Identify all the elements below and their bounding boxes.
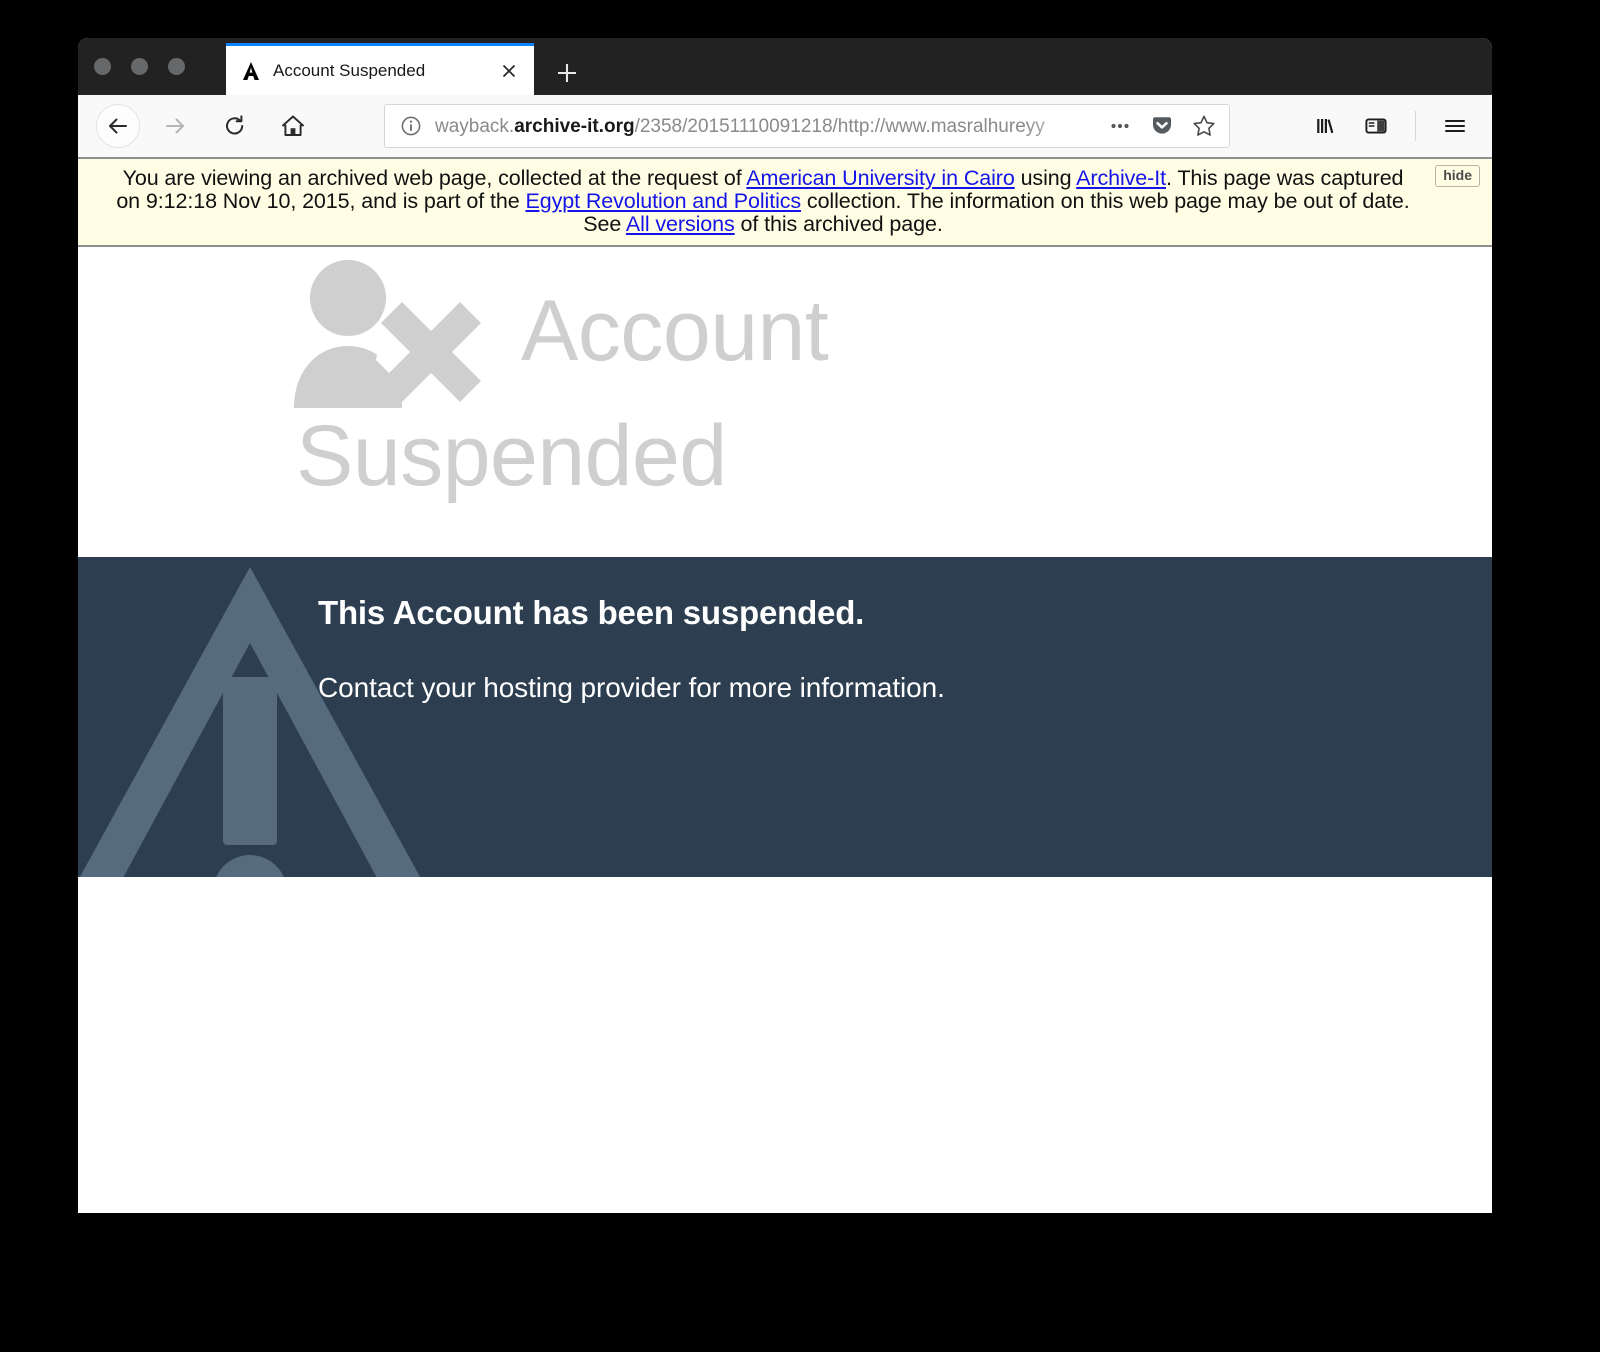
banner-segment-1: You are viewing an archived web page, co… (122, 166, 747, 190)
back-button[interactable] (96, 104, 140, 148)
hero-text-suspended: Suspended (296, 408, 727, 504)
link-american-university-in-cairo[interactable]: American University in Cairo (746, 166, 1015, 190)
url-prefix: wayback. (435, 116, 515, 136)
window-controls (94, 58, 185, 75)
toolbar-right-group (1305, 105, 1478, 147)
info-circle-icon[interactable] (399, 115, 423, 137)
hide-banner-button[interactable]: hide (1435, 165, 1480, 188)
suspension-notice-band: This Account has been suspended. Contact… (78, 557, 1492, 877)
banner-segment-2: using (1014, 166, 1077, 190)
address-bar-actions (1095, 111, 1219, 141)
tab-close-icon[interactable] (496, 58, 522, 84)
pocket-icon[interactable] (1147, 111, 1177, 141)
notice-subtext: Contact your hosting provider for more i… (318, 671, 945, 703)
menu-hamburger-icon[interactable] (1434, 105, 1476, 147)
user-with-x-icon (290, 258, 495, 408)
notice-text-block: This Account has been suspended. Contact… (78, 557, 1492, 704)
browser-toolbar: wayback.archive-it.org/2358/201511100912… (78, 95, 1492, 157)
account-suspended-hero: Account Suspended (78, 247, 1492, 557)
link-archive-it[interactable]: Archive-It (1076, 166, 1166, 190)
library-icon[interactable] (1305, 105, 1347, 147)
hero-text-account: Account (521, 283, 829, 379)
new-tab-button[interactable] (550, 56, 584, 90)
window-maximize-button[interactable] (168, 58, 185, 75)
page-empty-area (78, 877, 1492, 1213)
page-actions-ellipsis-icon[interactable] (1105, 111, 1135, 141)
browser-window: Account Suspended wayback.archive-it.org… (78, 38, 1492, 1213)
address-bar[interactable]: wayback.archive-it.org/2358/201511100912… (384, 104, 1230, 148)
url-text[interactable]: wayback.archive-it.org/2358/201511100912… (435, 117, 1095, 136)
notice-heading: This Account has been suspended. (318, 594, 865, 631)
archive-banner-text: You are viewing an archived web page, co… (94, 166, 1476, 236)
link-all-versions[interactable]: All versions (626, 212, 735, 236)
forward-button[interactable] (154, 105, 196, 147)
url-domain: archive-it.org (514, 116, 635, 136)
page-content: Account Suspended This Account has been … (78, 247, 1492, 1213)
link-egypt-revolution-and-politics[interactable]: Egypt Revolution and Politics (525, 189, 801, 213)
tab-title: Account Suspended (273, 62, 426, 79)
browser-tab-active[interactable]: Account Suspended (226, 43, 534, 95)
reload-button[interactable] (214, 105, 256, 147)
url-path: /2358/20151110091218/http://www.masralhu… (634, 116, 1045, 136)
home-button[interactable] (272, 105, 314, 147)
banner-segment-5: of this archived page. (734, 212, 943, 236)
browser-titlebar: Account Suspended (78, 38, 1492, 95)
bookmark-star-icon[interactable] (1189, 111, 1219, 141)
sidebar-icon[interactable] (1355, 105, 1397, 147)
window-minimize-button[interactable] (131, 58, 148, 75)
toolbar-divider (1415, 111, 1416, 141)
letter-a-favicon-icon (240, 60, 262, 82)
window-close-button[interactable] (94, 58, 111, 75)
archive-banner: You are viewing an archived web page, co… (78, 157, 1492, 247)
